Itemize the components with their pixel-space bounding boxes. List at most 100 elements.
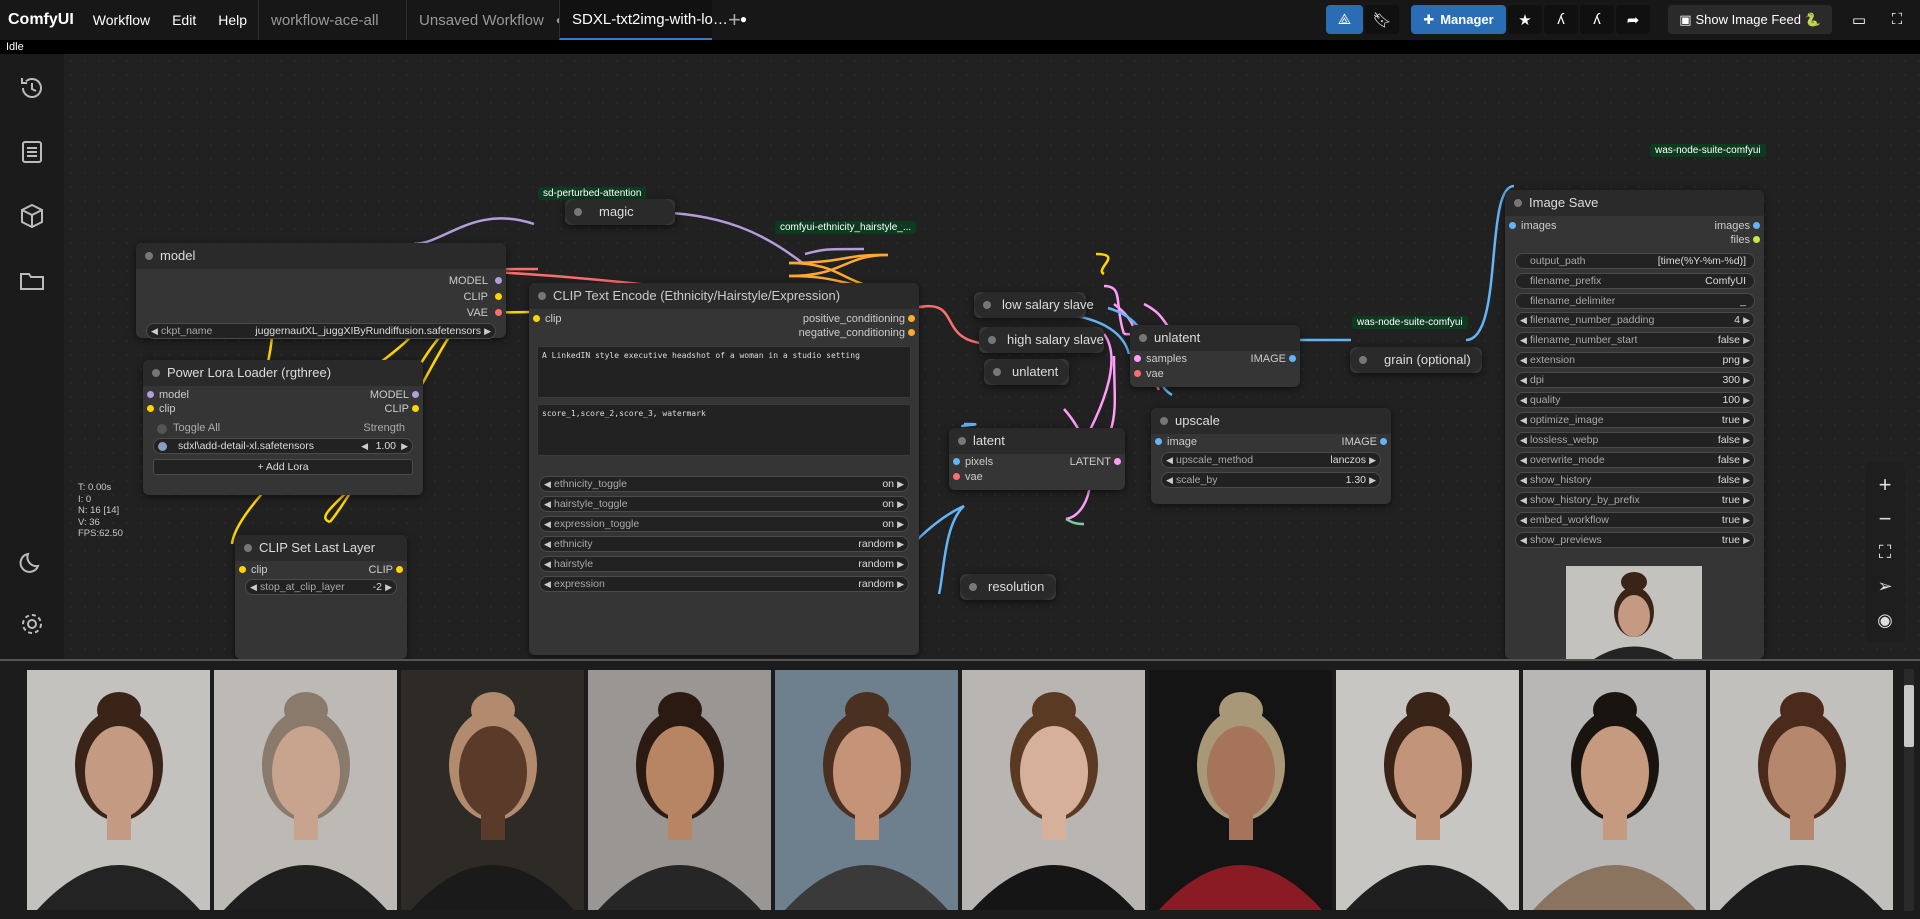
slot-dot[interactable] bbox=[147, 405, 154, 412]
node-title[interactable]: Power Lora Loader (rgthree) bbox=[143, 360, 423, 386]
new-tab-button[interactable]: + bbox=[712, 0, 757, 40]
widget-expression-toggle[interactable]: ◀ expression_toggle on ▶ bbox=[539, 516, 909, 532]
right-arrow-icon[interactable]: ▶ bbox=[1743, 353, 1750, 367]
node-title[interactable]: upscale bbox=[1151, 408, 1391, 434]
node-high-salary-slave[interactable]: high salary slave bbox=[979, 327, 1104, 353]
output-model[interactable]: MODEL bbox=[370, 388, 409, 402]
node-title[interactable]: latent bbox=[949, 428, 1125, 454]
tab-unsaved-workflow[interactable]: Unsaved Workflow● bbox=[406, 0, 563, 40]
feed-image[interactable] bbox=[775, 670, 958, 910]
comfy-button-b[interactable]: ʎ bbox=[1580, 5, 1614, 34]
lora-name[interactable]: sdxl\add-detail-xl.safetensors bbox=[178, 440, 314, 452]
right-arrow-icon[interactable]: ▶ bbox=[401, 439, 408, 453]
widget-hairstyle-toggle[interactable]: ◀ hairstyle_toggle on ▶ bbox=[539, 496, 909, 512]
right-arrow-icon[interactable]: ▶ bbox=[1743, 373, 1750, 387]
slot-dot[interactable] bbox=[495, 293, 502, 300]
negative-prompt-textarea[interactable]: score_1,score_2,score_3, watermark bbox=[537, 404, 911, 456]
input-clip[interactable]: clip bbox=[545, 312, 562, 326]
output-negative-conditioning[interactable]: negative_conditioning bbox=[799, 326, 905, 340]
input-images[interactable]: images bbox=[1521, 219, 1556, 233]
right-arrow-icon[interactable]: ▶ bbox=[1743, 453, 1750, 467]
feed-image[interactable] bbox=[214, 670, 397, 910]
widget-hairstyle[interactable]: ◀ hairstyle random ▶ bbox=[539, 556, 909, 572]
feed-image[interactable] bbox=[962, 670, 1145, 910]
slot-dot[interactable] bbox=[1380, 438, 1387, 445]
left-arrow-icon[interactable]: ◀ bbox=[1520, 333, 1527, 347]
widget-extension[interactable]: ◀ extension png ▶ bbox=[1515, 352, 1755, 368]
bookmark-button[interactable]: 🔖︎ bbox=[1365, 5, 1399, 34]
output-images[interactable]: images bbox=[1715, 219, 1750, 233]
fit-view-button[interactable]: ⛶ bbox=[1865, 542, 1905, 576]
select-mode-button[interactable]: ➢ bbox=[1865, 576, 1905, 610]
widget-quality[interactable]: ◀ quality 100 ▶ bbox=[1515, 392, 1755, 408]
feed-image[interactable] bbox=[1523, 670, 1706, 910]
right-arrow-icon[interactable]: ▶ bbox=[1369, 473, 1376, 487]
widget-ethnicity-toggle[interactable]: ◀ ethnicity_toggle on ▶ bbox=[539, 476, 909, 492]
lora-row[interactable]: sdxl\add-detail-xl.safetensors ◀ 1.00 ▶ bbox=[153, 438, 413, 454]
left-arrow-icon[interactable]: ◀ bbox=[1520, 413, 1527, 427]
right-arrow-icon[interactable]: ▶ bbox=[1743, 533, 1750, 547]
slot-dot[interactable] bbox=[533, 315, 540, 322]
slot-dot[interactable] bbox=[1289, 355, 1296, 362]
slot-dot[interactable] bbox=[495, 309, 502, 316]
node-clip-set-last-layer[interactable]: CLIP Set Last Layer clip CLIP ◀ stop_at_… bbox=[235, 535, 407, 659]
node-latent[interactable]: latent pixels vae LATENT bbox=[949, 428, 1125, 490]
node-grain[interactable]: grain (optional) bbox=[1350, 347, 1482, 373]
zoom-out-button[interactable]: − bbox=[1865, 506, 1905, 540]
show-image-feed-button[interactable]: ▣ Show Image Feed 🐍 bbox=[1668, 5, 1832, 34]
widget-filename-prefix[interactable]: filename_prefix ComfyUI bbox=[1515, 273, 1755, 289]
slot-dot[interactable] bbox=[908, 315, 915, 322]
slot-dot[interactable] bbox=[1134, 355, 1141, 362]
output-clip[interactable]: CLIP bbox=[385, 402, 409, 416]
slot-dot[interactable] bbox=[495, 277, 502, 284]
output-model[interactable]: MODEL bbox=[449, 274, 488, 288]
lora-toggle[interactable] bbox=[158, 442, 167, 451]
slot-dot[interactable] bbox=[412, 391, 419, 398]
node-title[interactable]: unlatent bbox=[984, 359, 1069, 385]
manager-button[interactable]: ✚ Manager bbox=[1411, 5, 1506, 34]
theme-icon[interactable] bbox=[18, 548, 46, 576]
left-arrow-icon[interactable]: ◀ bbox=[250, 580, 257, 594]
input-clip[interactable]: clip bbox=[159, 402, 176, 416]
left-arrow-icon[interactable]: ◀ bbox=[1520, 393, 1527, 407]
right-arrow-icon[interactable]: ▶ bbox=[897, 497, 904, 511]
zoom-in-button[interactable]: + bbox=[1865, 472, 1905, 506]
left-arrow-icon[interactable]: ◀ bbox=[361, 439, 368, 453]
right-arrow-icon[interactable]: ▶ bbox=[897, 477, 904, 491]
left-arrow-icon[interactable]: ◀ bbox=[544, 557, 551, 571]
node-title[interactable]: Image Save bbox=[1505, 190, 1764, 216]
queue-icon[interactable] bbox=[18, 138, 46, 166]
ckpt-name-combo[interactable]: ◀ ckpt_name juggernautXL_juggXIByRundiff… bbox=[146, 323, 496, 339]
right-arrow-icon[interactable]: ▶ bbox=[897, 557, 904, 571]
node-power-lora-loader[interactable]: Power Lora Loader (rgthree) model clip M… bbox=[143, 360, 423, 495]
node-upscale[interactable]: upscale image IMAGE ◀ upscale_method lancz… bbox=[1151, 408, 1391, 504]
slot-dot[interactable] bbox=[953, 473, 960, 480]
left-arrow-icon[interactable]: ◀ bbox=[1520, 493, 1527, 507]
node-title[interactable]: CLIP Set Last Layer bbox=[235, 535, 407, 561]
input-image[interactable]: image bbox=[1167, 435, 1197, 449]
add-lora-button[interactable]: + Add Lora bbox=[153, 459, 413, 475]
positive-prompt-textarea[interactable]: A LinkedIN style executive headshot of a… bbox=[537, 346, 911, 398]
output-image[interactable]: IMAGE bbox=[1342, 435, 1377, 449]
slot-dot[interactable] bbox=[412, 405, 419, 412]
widget-filename-number-start[interactable]: ◀ filename_number_start false ▶ bbox=[1515, 332, 1755, 348]
widget-overwrite-mode[interactable]: ◀ overwrite_mode false ▶ bbox=[1515, 452, 1755, 468]
input-model[interactable]: model bbox=[159, 388, 189, 402]
slot-dot[interactable] bbox=[1753, 236, 1760, 243]
slot-dot[interactable] bbox=[1114, 458, 1121, 465]
node-title[interactable]: magic bbox=[565, 199, 675, 225]
image-preview[interactable] bbox=[1566, 566, 1702, 659]
toggle-link-visibility-button[interactable]: ◉ bbox=[1865, 610, 1905, 644]
right-arrow-icon[interactable]: ▶ bbox=[1743, 493, 1750, 507]
right-arrow-icon[interactable]: ▶ bbox=[1743, 333, 1750, 347]
left-arrow-icon[interactable]: ◀ bbox=[544, 497, 551, 511]
menu-help[interactable]: Help bbox=[207, 0, 258, 40]
output-files[interactable]: files bbox=[1730, 233, 1750, 247]
toggle-all-switch[interactable] bbox=[157, 424, 167, 434]
right-arrow-icon[interactable]: ▶ bbox=[897, 517, 904, 531]
input-pixels[interactable]: pixels bbox=[965, 455, 993, 469]
node-unlatent-collapsed[interactable]: unlatent bbox=[984, 359, 1069, 385]
left-arrow-icon[interactable]: ◀ bbox=[1520, 433, 1527, 447]
graph-canvas[interactable]: sd-perturbed-attention comfyui-ethnicity… bbox=[64, 54, 1920, 659]
widget-ethnicity[interactable]: ◀ ethnicity random ▶ bbox=[539, 536, 909, 552]
